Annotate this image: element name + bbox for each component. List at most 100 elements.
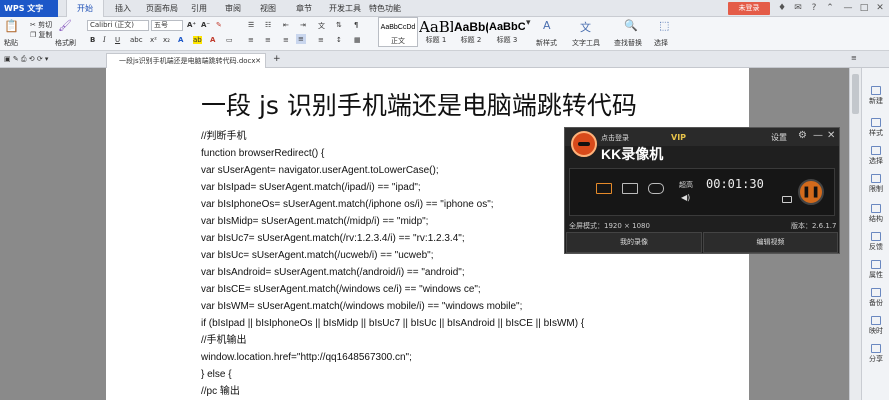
shrink-font-icon[interactable]: A⁻ [201, 21, 210, 29]
region-mode-icon[interactable] [622, 183, 638, 194]
quick-access-icons[interactable]: ▣ ✎ ⎙ ⟲ ⟳ ▾ [4, 55, 48, 64]
edit-video-button[interactable]: 编辑视频 [703, 232, 838, 253]
font-size-select[interactable]: 五号 [151, 20, 183, 31]
kk-skin-icon[interactable]: ⚙ [798, 130, 807, 141]
speaker-icon[interactable]: ◀) [681, 193, 690, 202]
kk-quality-label[interactable]: 超高 [679, 180, 693, 190]
superscript-icon[interactable]: x² [150, 36, 157, 44]
document-tab[interactable]: 一段js识别手机端还是电脑端跳转代码.docx ✕ [106, 53, 266, 68]
distribute-icon[interactable]: ≡ [318, 36, 324, 44]
help-icon[interactable]: ? [806, 1, 822, 16]
tab-chapter[interactable]: 章节 [285, 0, 323, 17]
camera-icon[interactable] [782, 196, 792, 203]
fullscreen-mode-icon[interactable] [596, 183, 612, 194]
tab-insert[interactable]: 插入 [104, 0, 142, 17]
chinese-layout-icon[interactable]: 文 [318, 21, 325, 31]
share-icon[interactable]: ✉ [790, 1, 806, 16]
format-painter-icon[interactable]: 🖌 [58, 19, 72, 32]
find-replace-button[interactable]: 查找替换 [614, 38, 642, 48]
paragraph-mark-icon[interactable]: ¶ [354, 21, 358, 29]
code-line: //判断手机 [201, 131, 247, 142]
text-tool-button[interactable]: 文字工具 [572, 38, 600, 48]
cut-button[interactable]: ✂ 剪切 [30, 20, 52, 30]
font-name-select[interactable]: Calibri (正文) [87, 20, 149, 31]
sidebar-item-backup[interactable]: 备份 [862, 288, 889, 308]
line-spacing-icon[interactable]: ↕ [336, 36, 342, 44]
select-icon[interactable]: ⬚ [659, 19, 669, 32]
subscript-icon[interactable]: x₂ [163, 36, 170, 44]
tab-review[interactable]: 审阅 [214, 0, 252, 17]
login-button[interactable]: 未登录 [728, 2, 770, 15]
new-style-icon[interactable]: A [543, 19, 551, 32]
char-border-icon[interactable]: ▭ [226, 36, 233, 44]
ribbon-toggle-icon[interactable]: ⌃ [822, 1, 838, 16]
underline-icon[interactable]: U [115, 36, 120, 44]
style-normal[interactable]: AaBbCcDd 正文 [378, 17, 418, 47]
sidebar-item-restrict[interactable]: 限制 [862, 174, 889, 194]
grow-font-icon[interactable]: A⁺ [187, 21, 196, 29]
sidebar-item-feedback[interactable]: 反馈 [862, 232, 889, 252]
bullet-list-icon[interactable]: ☰ [248, 21, 254, 29]
paste-icon[interactable]: 📋 [4, 19, 19, 33]
align-right-icon[interactable]: ≡ [283, 36, 289, 44]
paste-button[interactable]: 粘贴 [4, 38, 18, 48]
scroll-thumb[interactable] [852, 74, 859, 114]
new-tab-icon[interactable]: + [273, 54, 281, 64]
find-replace-icon[interactable]: 🔍 [624, 19, 638, 32]
vertical-scrollbar[interactable] [849, 68, 861, 400]
number-list-icon[interactable]: ☷ [265, 21, 271, 29]
format-painter-button[interactable]: 格式刷 [55, 38, 76, 48]
indent-icon[interactable]: ⇥ [300, 21, 306, 29]
tab-special[interactable]: 特色功能 [363, 0, 407, 17]
justify-icon[interactable]: ≡ [296, 34, 306, 44]
highlight-icon[interactable]: ab [193, 36, 202, 44]
align-center-icon[interactable]: ≡ [265, 36, 271, 44]
styles-more-icon[interactable]: ▾ [526, 18, 531, 28]
sort-icon[interactable]: ⇅ [336, 21, 342, 29]
tab-reference[interactable]: 引用 [180, 0, 218, 17]
italic-icon[interactable]: I [103, 36, 106, 44]
sidebar-item-time[interactable]: 映时 [862, 316, 889, 336]
align-left-icon[interactable]: ≡ [248, 36, 254, 44]
kk-login-link[interactable]: 点击登录 [601, 133, 629, 143]
kk-settings-button[interactable]: 设置 [771, 132, 787, 143]
minimize-icon[interactable]: — [840, 1, 856, 16]
tab-page-layout[interactable]: 页面布局 [140, 0, 184, 17]
sidebar-item-share[interactable]: 分享 [862, 344, 889, 364]
title-bar: WPS 文字 开始 插入 页面布局 引用 审阅 视图 章节 开发工具 特色功能 … [0, 0, 889, 18]
select-button[interactable]: 选择 [654, 38, 668, 48]
style-heading-1[interactable]: AaBl 标题 1 [419, 17, 453, 47]
sidebar-item-select[interactable]: 选择 [862, 146, 889, 166]
kk-vip-badge[interactable]: VIP [671, 133, 686, 142]
copy-button[interactable]: ❐ 复制 [30, 30, 53, 40]
tab-close-icon[interactable]: ✕ [255, 54, 261, 68]
style-heading-2[interactable]: AaBb( 标题 2 [454, 17, 488, 47]
skin-icon[interactable]: ♦ [774, 1, 790, 16]
sidebar-item-properties[interactable]: 属性 [862, 260, 889, 280]
strikethrough-icon[interactable]: abc [130, 36, 143, 44]
outdent-icon[interactable]: ⇤ [283, 21, 289, 29]
sidebar-item-style[interactable]: 样式 [862, 118, 889, 138]
tab-dev-tools[interactable]: 开发工具 [323, 0, 367, 17]
bold-icon[interactable]: B [90, 36, 95, 44]
game-mode-icon[interactable] [648, 183, 664, 194]
close-icon[interactable]: ✕ [872, 1, 888, 16]
pause-record-button[interactable]: ❚❚ [798, 179, 824, 205]
clear-format-icon[interactable]: ✎ [216, 21, 222, 29]
style-heading-3[interactable]: AaBbC 标题 3 [489, 17, 525, 47]
my-recordings-button[interactable]: 我的录像 [566, 232, 702, 253]
app-logo[interactable]: WPS 文字 [0, 0, 58, 17]
shading-icon[interactable]: ▦ [354, 36, 361, 44]
kk-close-icon[interactable]: ✕ [827, 130, 835, 141]
tab-list-icon[interactable]: ≡ [851, 54, 857, 62]
kk-minimize-icon[interactable]: — [813, 130, 823, 141]
text-tool-icon[interactable]: 文 [580, 19, 591, 35]
sidebar-item-new[interactable]: 新建 [862, 86, 889, 106]
new-style-button[interactable]: 新样式 [536, 38, 557, 48]
font-color-icon[interactable]: A [178, 36, 183, 44]
tab-home[interactable]: 开始 [66, 0, 104, 18]
text-color-icon[interactable]: A [210, 36, 215, 44]
sidebar-item-structure[interactable]: 结构 [862, 204, 889, 224]
maximize-icon[interactable]: □ [856, 1, 872, 16]
tab-view[interactable]: 视图 [249, 0, 287, 17]
